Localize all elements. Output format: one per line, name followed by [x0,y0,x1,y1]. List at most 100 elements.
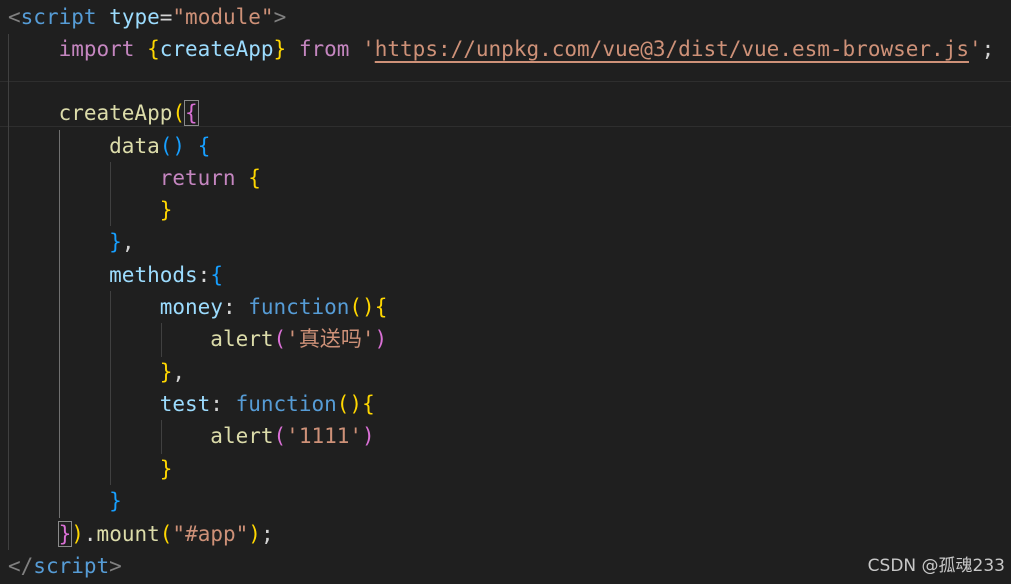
code-line[interactable]: }).mount("#app"); [8,518,274,550]
code-line[interactable]: </script> [8,550,122,582]
code-line[interactable]: return { [8,162,261,194]
code-token: { [362,392,375,416]
code-token: alert [210,327,274,351]
code-token: return [159,166,236,190]
code-token: ) [71,522,84,546]
code-token: https://unpkg.com/vue@3/dist/vue.esm-bro… [374,37,969,61]
code-token: ( [273,327,287,351]
code-token: () [336,392,363,416]
code-token: function [248,295,350,319]
code-token: ( [172,101,186,125]
code-line[interactable]: test: function(){ [8,388,375,420]
code-token: "module" [172,5,274,29]
csdn-watermark: CSDN @孤魂233 [867,556,1005,576]
code-token: } [109,489,122,513]
code-token: } [159,360,173,384]
code-token: createApp [58,101,173,125]
code-token: script [33,554,110,578]
code-token: from [298,37,350,61]
code-token: ) [362,424,375,448]
code-line[interactable]: } [8,453,173,485]
code-line[interactable]: import {createApp} from 'https://unpkg.c… [8,33,995,65]
code-line[interactable]: alert('真送吗') [8,323,387,355]
code-line[interactable]: alert('1111') [8,420,375,452]
code-token: ( [273,424,287,448]
code-token: > [109,554,122,578]
code-token: () [159,134,186,158]
code-token: , [172,360,186,384]
code-token: = [159,5,173,29]
code-token: { [147,37,160,61]
code-line[interactable]: } [8,194,173,226]
code-token: { [248,166,261,190]
code-token: < [8,5,21,29]
code-token: } [159,457,173,481]
code-token: : [210,392,223,416]
code-token: } [57,521,73,547]
code-token: ; [981,37,995,61]
code-token: } [159,198,173,222]
code-token: type [109,5,160,29]
code-token: data [109,134,160,158]
code-token: alert [210,424,274,448]
code-token: '真送吗' [286,327,375,351]
code-token: , [121,230,135,254]
code-token: </ [8,554,34,578]
code-token: ( [159,522,173,546]
code-token: : [222,295,236,319]
code-line[interactable]: money: function(){ [8,291,388,323]
code-line[interactable]: createApp({ [8,97,199,129]
code-token: function [235,392,337,416]
code-token: { [374,295,388,319]
code-token: mount [96,522,160,546]
code-editor[interactable]: <script type="module"> import {createApp… [0,0,1011,584]
code-token: . [83,522,97,546]
code-token: test [159,392,211,416]
code-token: money [159,295,223,319]
code-token: > [273,5,287,29]
code-token: methods [109,263,198,287]
code-token: { [184,100,199,126]
code-line[interactable]: }, [8,356,185,388]
code-token: ) [374,327,388,351]
code-token: } [273,37,287,61]
code-token: "#app" [172,522,249,546]
code-token: ' [362,37,375,61]
code-token: ) [248,522,261,546]
code-token: ' [968,37,982,61]
code-token: '1111' [286,424,363,448]
code-token: { [210,263,223,287]
code-token: createApp [159,37,274,61]
code-token: { [197,134,211,158]
code-token: script [20,5,97,29]
code-line[interactable]: methods:{ [8,259,223,291]
code-line[interactable]: data() { [8,130,210,162]
code-token: ; [260,522,274,546]
code-token: () [349,295,375,319]
code-line[interactable]: }, [8,226,134,258]
code-line[interactable]: <script type="module"> [8,1,286,33]
code-line[interactable]: } [8,485,122,517]
